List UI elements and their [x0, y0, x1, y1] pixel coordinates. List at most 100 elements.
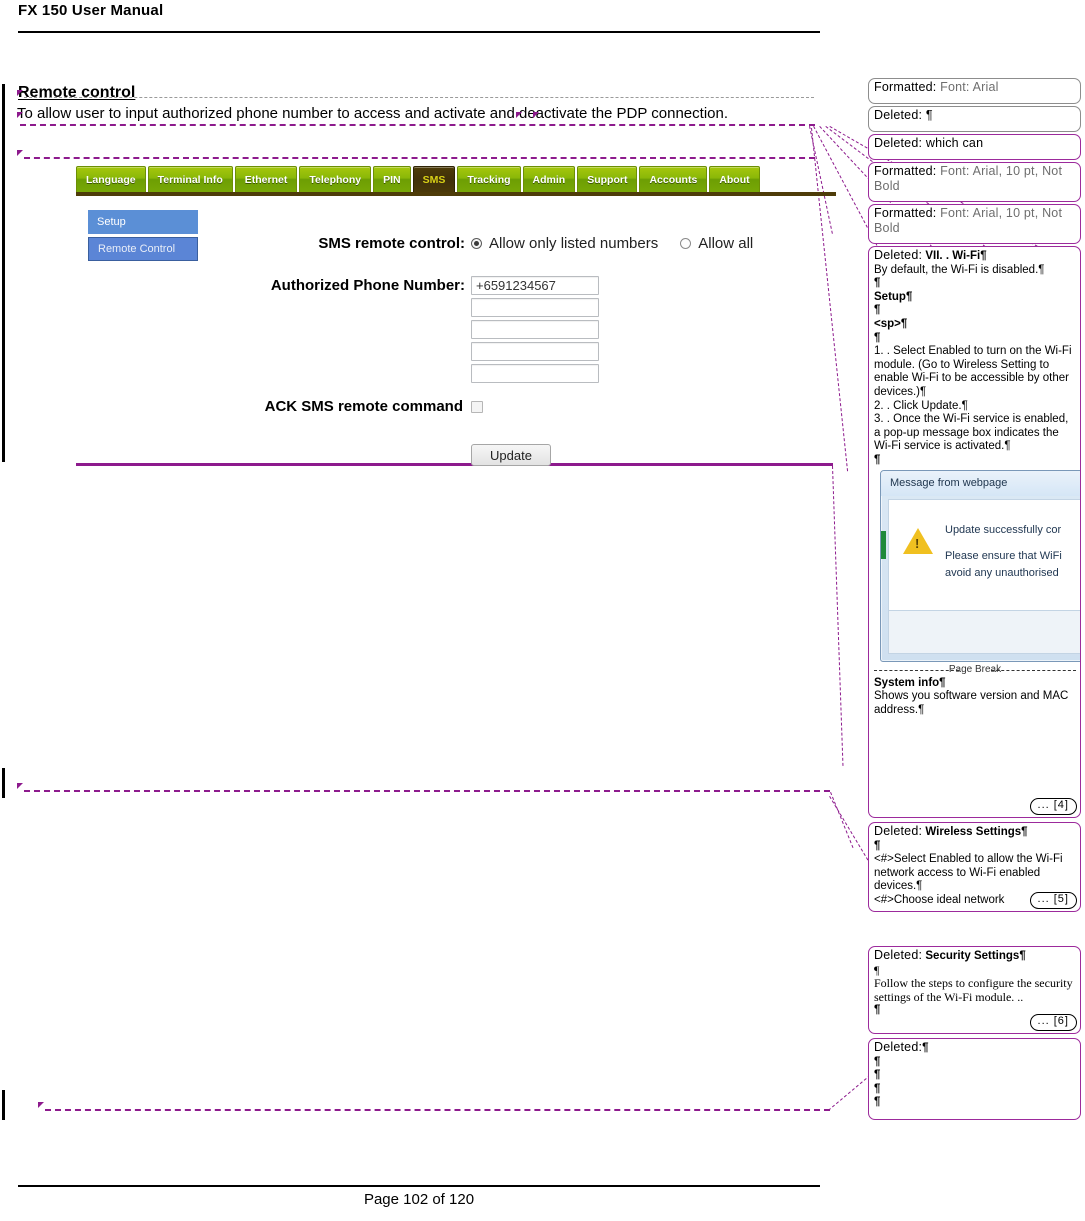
main-nav-tabs: Language Terminal Info Ethernet Telephon…	[76, 166, 762, 194]
balloon-deleted-security-settings[interactable]: Deleted: Security Settings¶ ¶ Follow the…	[868, 946, 1081, 1034]
tab-label: PIN	[383, 174, 401, 186]
warning-icon	[903, 527, 933, 554]
tab-label: Terminal Info	[157, 174, 223, 186]
revision-line-preimage	[24, 157, 815, 159]
update-button[interactable]: Update	[471, 444, 551, 466]
balloon-kind: Deleted:	[874, 948, 923, 962]
header-rule	[18, 31, 820, 33]
balloon-heading-line: Deleted: Security Settings¶	[874, 948, 1076, 964]
balloon-formatted-3[interactable]: Formatted: Font: Arial, 10 pt, Not Bold	[868, 204, 1081, 244]
page-number: Page 102 of 120	[363, 1191, 475, 1208]
balloon-deleted-2[interactable]: Deleted: which can	[868, 134, 1081, 160]
dialog-message-line-3: avoid any unauthorised	[945, 566, 1059, 579]
tab-support[interactable]: Support	[577, 166, 638, 194]
remote-control-form: SMS remote control: Allow only listed nu…	[226, 234, 826, 466]
change-bar-bottom	[2, 1090, 5, 1120]
document-header: FX 150 User Manual	[18, 2, 820, 33]
balloon-line: ¶	[874, 1055, 881, 1068]
dialog-message-spacer	[945, 539, 1080, 548]
tab-accounts[interactable]: Accounts	[639, 166, 708, 194]
tab-label: Language	[86, 174, 136, 186]
phone-input-5[interactable]	[471, 364, 599, 383]
balloon-deleted-pilcrows[interactable]: Deleted:¶ ¶ ¶ ¶ ¶	[868, 1038, 1081, 1120]
balloon-text: ¶	[922, 108, 933, 122]
radio-allow-listed-label: Allow only listed numbers	[489, 235, 659, 252]
tab-pin[interactable]: PIN	[373, 166, 411, 194]
tab-label: Support	[587, 174, 628, 186]
tab-label: About	[719, 174, 750, 186]
ack-sms-checkbox[interactable]	[471, 401, 483, 413]
balloon-formatted-1[interactable]: Formatted: Font: Arial	[868, 78, 1081, 104]
balloon-kind: Deleted:	[874, 1040, 923, 1054]
allow-mode-radio-group: Allow only listed numbers Allow all	[471, 234, 753, 252]
balloon-tail-title: System info¶	[874, 676, 946, 689]
tab-ethernet[interactable]: Ethernet	[234, 166, 298, 194]
sidebar-item-label: Remote Control	[98, 243, 176, 255]
balloon-title: Security Settings¶	[925, 950, 1026, 962]
balloon-continuation[interactable]: ... [4]	[1029, 798, 1077, 815]
balloon-deleted-wifi[interactable]: Deleted: VII. . Wi-Fi¶ By default, the W…	[868, 246, 1081, 818]
balloon-continuation[interactable]: ... [5]	[1029, 892, 1077, 909]
balloon-line: ¶	[874, 1069, 881, 1082]
phone-input-3[interactable]	[471, 320, 599, 339]
balloon-kind: Deleted:	[874, 248, 923, 262]
balloon-kind: Formatted:	[874, 206, 937, 220]
connector-line-g	[832, 466, 844, 766]
tab-sms[interactable]: SMS	[412, 166, 456, 194]
balloon-kind: Deleted:	[874, 136, 923, 150]
balloon-line: ¶	[874, 331, 881, 344]
balloon-line: 2. . Click Update.¶	[874, 399, 968, 412]
revision-anchor-bottom	[38, 1102, 44, 1108]
radio-allow-listed-icon[interactable]	[471, 238, 482, 249]
sidebar-item-remote-control[interactable]: Remote Control	[88, 237, 198, 261]
tab-tracking[interactable]: Tracking	[457, 166, 521, 194]
balloon-line: By default, the Wi-Fi is disabled.¶	[874, 263, 1045, 276]
tab-terminal-info[interactable]: Terminal Info	[147, 166, 233, 194]
revision-anchor-preimage	[17, 150, 23, 156]
dialog-body: Update successfully cor Please ensure th…	[888, 498, 1080, 611]
balloon-line: ¶	[874, 962, 880, 977]
balloon-line: <#>Select Enabled to allow the Wi-Fi net…	[874, 853, 1063, 893]
tab-label: Tracking	[467, 174, 511, 186]
phone-input-1[interactable]	[471, 276, 599, 295]
connector-line-h	[830, 792, 854, 849]
balloon-continuation[interactable]: ... [6]	[1029, 1014, 1077, 1031]
balloon-kind: Formatted:	[874, 164, 937, 178]
tab-about[interactable]: About	[709, 166, 760, 194]
revision-anchor-lower	[17, 783, 23, 789]
page-title: Remote control	[18, 84, 136, 101]
radio-allow-all[interactable]: Allow all	[680, 235, 753, 252]
sms-remote-control-label: SMS remote control:	[318, 235, 465, 252]
revision-anchor-body-mid2	[533, 112, 539, 118]
balloon-deleted-wireless-settings[interactable]: Deleted: Wireless Settings¶ ¶ <#>Select …	[868, 822, 1081, 912]
tab-language[interactable]: Language	[76, 166, 146, 194]
balloon-text: which can	[922, 136, 984, 150]
tab-label: Telephony	[309, 174, 362, 186]
dialog-title: Message from webpage	[881, 470, 1080, 496]
balloon-kind: Deleted:	[874, 108, 923, 122]
dialog-message: Update successfully cor Please ensure th…	[945, 522, 1080, 582]
balloon-formatted-2[interactable]: Formatted: Font: Arial, 10 pt, Not Bold	[868, 162, 1081, 202]
phone-input-4[interactable]	[471, 342, 599, 361]
change-bar-top	[2, 84, 5, 462]
balloon-line: ¶	[874, 453, 881, 466]
balloon-deleted-1[interactable]: Deleted: ¶	[868, 106, 1081, 132]
radio-allow-listed[interactable]: Allow only listed numbers	[471, 235, 658, 252]
tab-label: Accounts	[649, 174, 698, 186]
balloon-title: VII. . Wi-Fi¶	[925, 250, 987, 262]
authorized-phone-row: Authorized Phone Number:	[226, 276, 826, 383]
balloon-line: ¶	[874, 277, 881, 290]
phone-input-2[interactable]	[471, 298, 599, 317]
tab-admin[interactable]: Admin	[522, 166, 576, 194]
balloon-line: 1. . Select Enabled to turn on the Wi-Fi…	[874, 345, 1072, 398]
sms-sidebar: Setup Remote Control	[88, 210, 198, 264]
radio-allow-all-icon[interactable]	[680, 238, 692, 249]
sidebar-item-setup[interactable]: Setup	[88, 210, 198, 234]
radio-allow-all-label: Allow all	[698, 235, 754, 252]
message-from-webpage-dialog: Message from webpage Update successfully…	[880, 469, 1080, 662]
tab-telephony[interactable]: Telephony	[299, 166, 372, 194]
balloon-line: Follow the steps to configure the securi…	[874, 976, 1073, 1004]
balloon-heading-line: Deleted: VII. . Wi-Fi¶	[874, 248, 1076, 264]
sms-remote-control-row: SMS remote control: Allow only listed nu…	[226, 234, 826, 254]
tab-label: Ethernet	[244, 174, 288, 186]
